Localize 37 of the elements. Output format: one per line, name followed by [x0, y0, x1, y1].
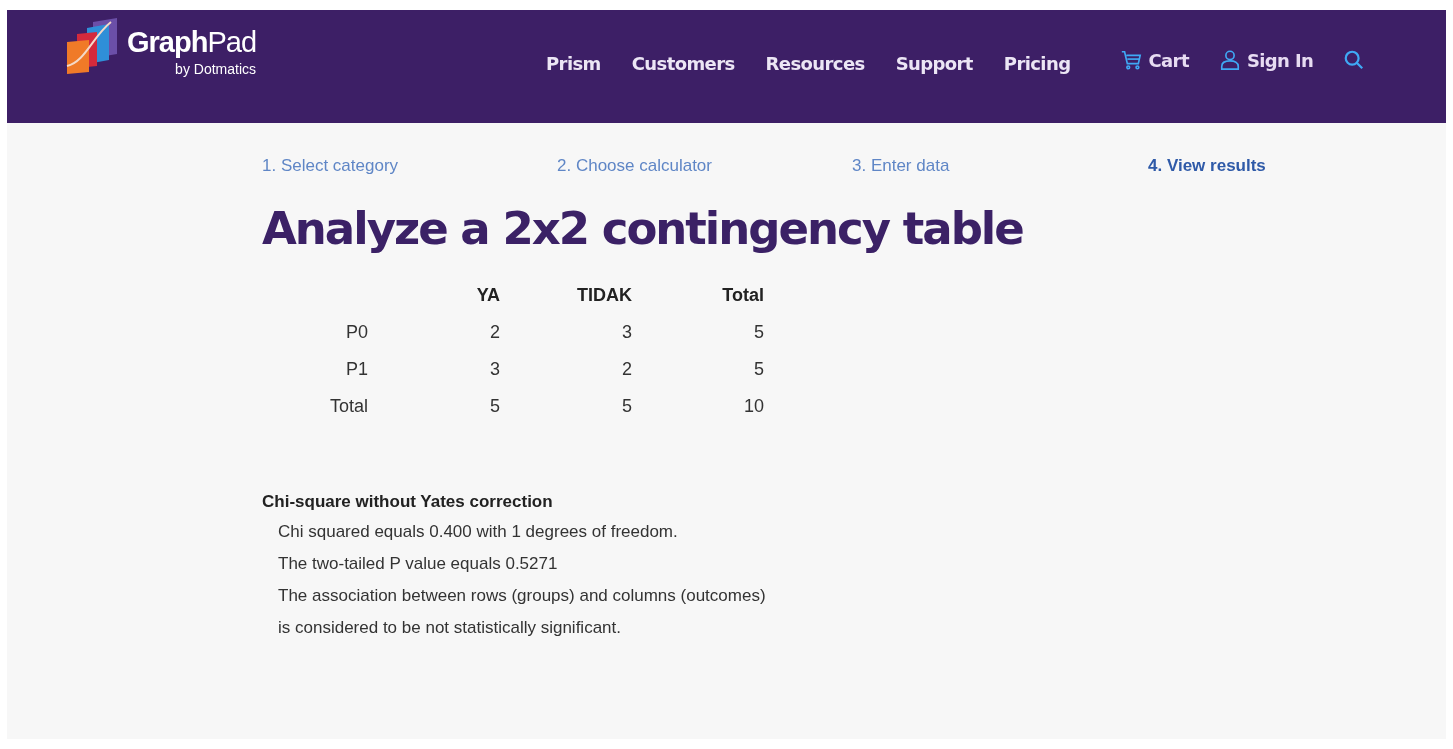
- page-title: Analyze a 2x2 contingency table: [262, 202, 1024, 255]
- table-cell: 2: [368, 314, 500, 351]
- nav-link[interactable]: Prism: [546, 53, 601, 74]
- sign-in-link[interactable]: Sign In: [1218, 49, 1314, 71]
- logo-byline: by Dotmatics: [175, 61, 256, 77]
- column-header: YA: [475, 284, 500, 307]
- nav-link[interactable]: Resources: [765, 53, 865, 74]
- nav-link[interactable]: Pricing: [1003, 53, 1071, 74]
- cart-icon: [1120, 49, 1143, 71]
- column-header: Total: [632, 277, 764, 314]
- step-link[interactable]: 4. View results: [1148, 156, 1266, 176]
- results-heading: Chi-square without Yates correction: [262, 492, 554, 512]
- logo-wordmark[interactable]: GraphPad: [127, 28, 256, 57]
- table-cell: 5: [632, 314, 764, 351]
- step-link[interactable]: 1. Select category: [262, 156, 557, 176]
- table-cell: 5: [500, 388, 632, 425]
- cart-link[interactable]: Cart: [1120, 49, 1189, 71]
- table-cell: 3: [368, 351, 500, 388]
- step-link[interactable]: 3. Enter data: [852, 156, 1148, 176]
- column-header: TIDAK: [500, 277, 632, 314]
- result-text: is considered to be not statistically significant.: [277, 617, 622, 639]
- row-header: Total: [328, 395, 368, 418]
- user-icon: [1218, 49, 1241, 71]
- row-header: P1: [344, 358, 368, 381]
- result-text: The two-tailed P value equals 0.5271: [277, 553, 559, 575]
- table-cell: 2: [500, 351, 632, 388]
- row-header: P0: [344, 321, 368, 344]
- search-icon[interactable]: [1343, 49, 1366, 71]
- table-cell: 10: [632, 388, 764, 425]
- nav-link[interactable]: Support: [895, 53, 973, 74]
- step-link[interactable]: 2. Choose calculator: [557, 156, 852, 176]
- table-cell-text: 5: [489, 395, 500, 418]
- table-cell: 3: [500, 314, 632, 351]
- result-text: Chi squared equals 0.400 with 1 degrees of freedom.: [277, 521, 679, 543]
- nav-link[interactable]: Customers: [631, 53, 735, 74]
- result-text: The association between rows (groups) and columns (outcomes): [277, 585, 767, 607]
- table-cell: 5: [632, 351, 764, 388]
